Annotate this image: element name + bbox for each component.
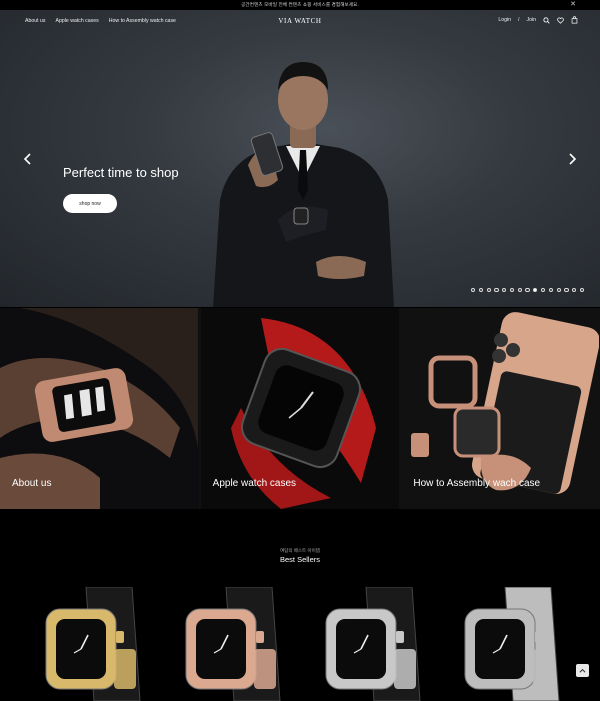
chevron-left-icon[interactable] <box>22 152 34 166</box>
search-icon[interactable] <box>543 16 550 24</box>
cart-icon[interactable] <box>571 16 578 24</box>
chevron-up-icon <box>579 668 586 673</box>
best-sellers-subtitle: 여답의 베스트 아이템 <box>280 548 320 553</box>
login-link[interactable]: Login <box>498 17 511 23</box>
product-image <box>185 586 281 701</box>
category-tile-about[interactable]: About us <box>0 308 199 509</box>
slider-dot[interactable] <box>471 288 476 293</box>
slider-dot[interactable] <box>533 288 538 293</box>
slider-pagination <box>471 288 585 293</box>
hero-title: Perfect time to shop <box>63 165 179 180</box>
scroll-to-top-button[interactable] <box>576 664 589 677</box>
product-card[interactable] <box>316 586 426 701</box>
product-card[interactable] <box>176 586 286 701</box>
slider-dot[interactable] <box>478 288 483 293</box>
product-card[interactable] <box>455 586 565 701</box>
shop-now-button[interactable]: shop now <box>63 194 117 213</box>
category-tiles: About us Apple watch cases How to Assemb… <box>0 308 600 509</box>
heart-icon[interactable] <box>557 17 564 24</box>
announcement-bar: 공간컨텐츠 모바일 전체 컨텐츠 쇼핑 서비스를 경험해보세요. ✕ <box>0 0 600 10</box>
main-nav: About us Apple watch cases How to Assemb… <box>0 10 600 32</box>
slider-dot[interactable] <box>509 288 515 293</box>
best-sellers-title: Best Sellers <box>279 555 321 564</box>
join-link[interactable]: Join <box>526 17 536 23</box>
slider-dot[interactable] <box>517 288 522 293</box>
category-tile-assembly[interactable]: How to Assembly wach case <box>401 308 600 509</box>
category-label-watch-cases: Apple watch cases <box>212 478 297 489</box>
slider-dot[interactable] <box>525 288 530 293</box>
slider-dot[interactable] <box>486 288 491 293</box>
product-image <box>464 586 560 701</box>
slider-dot[interactable] <box>494 288 499 293</box>
category-label-assembly: How to Assembly wach case <box>413 478 541 489</box>
slider-dot[interactable] <box>579 288 585 293</box>
product-card[interactable] <box>36 586 146 701</box>
category-tile-watch-cases[interactable]: Apple watch cases <box>200 308 400 509</box>
close-icon[interactable]: ✕ <box>570 0 576 10</box>
product-image <box>45 586 141 701</box>
announcement-text: 공간컨텐츠 모바일 전체 컨텐츠 쇼핑 서비스를 경험해보세요. <box>241 2 359 7</box>
best-sellers-section: 여답의 베스트 아이템 Best Sellers <box>0 509 600 701</box>
nav-separator: / <box>518 17 520 23</box>
slider-dot[interactable] <box>556 288 561 293</box>
category-label-about: About us <box>12 478 52 489</box>
slider-dot[interactable] <box>564 288 569 293</box>
hero-model-image <box>213 62 394 307</box>
hero-banner: About us Apple watch cases How to Assemb… <box>0 10 600 307</box>
slider-dot[interactable] <box>502 288 507 293</box>
slider-dot[interactable] <box>548 288 553 293</box>
slider-dot[interactable] <box>541 288 546 293</box>
chevron-right-icon[interactable] <box>566 152 578 166</box>
product-image <box>325 586 421 701</box>
slider-dot[interactable] <box>572 288 577 293</box>
